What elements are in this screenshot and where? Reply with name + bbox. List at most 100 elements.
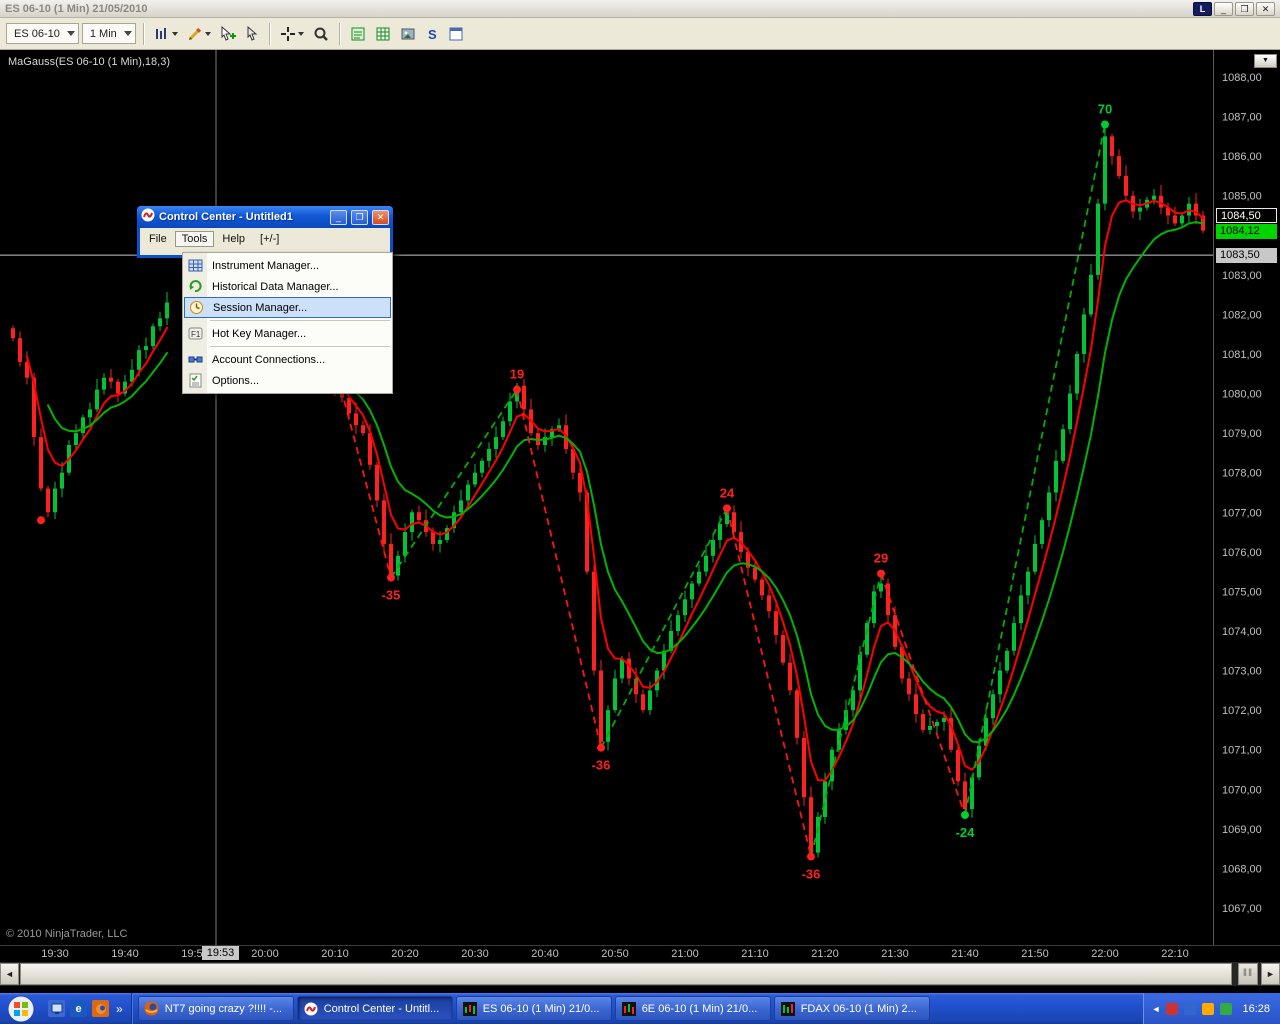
add-object-button[interactable] [217,22,239,46]
price-tick-label: 1069,00 [1222,824,1262,836]
chart-panel-button[interactable] [445,22,467,46]
pivot-label: 70 [1098,101,1112,116]
price-tick-label: 1073,00 [1222,666,1262,678]
cursor-button[interactable] [242,22,262,46]
price-tick-label: 1088,00 [1222,72,1262,84]
tray-icon-4[interactable] [1220,1002,1233,1015]
chevron-down-icon [204,31,211,36]
ninjatrader-icon [303,1001,319,1017]
task-control-center[interactable]: Control Center - Untitl... [296,996,453,1021]
task-es-chart[interactable]: ES 06-10 (1 Min) 21/0... [455,996,612,1021]
menu-separator [210,346,390,347]
menu-file[interactable]: File [142,231,174,247]
menu-item-historical-data-manager[interactable]: Historical Data Manager... [183,276,392,297]
toolbar-separator [142,22,144,45]
time-tick-label: 19:40 [111,948,139,960]
menu-item-hot-key-manager[interactable]: F1 Hot Key Manager... [183,323,392,344]
panel-icon [448,26,464,42]
scrollbar-thumb[interactable] [20,963,1232,985]
menu-item-options[interactable]: Options... [183,370,392,391]
price-tick-label: 1071,00 [1222,745,1262,757]
indicator-value-box: 1084,50 [1216,208,1277,223]
chart-toolbar: ES 06-10 1 Min S [0,18,1280,50]
chart-icon [462,1001,478,1017]
pivot-label: 29 [874,551,888,566]
tray-icon-2[interactable] [1184,1002,1197,1015]
cc-close-button[interactable]: ✕ [372,209,389,225]
pointer-plus-icon [220,25,236,42]
cc-maximize-button[interactable]: ❒ [351,209,368,225]
chart-icon [621,1001,637,1017]
browser-icon[interactable] [92,1000,109,1017]
scroll-left-button[interactable]: ◄ [0,963,19,985]
tray-icon-1[interactable] [1166,1002,1179,1015]
data-box-button[interactable] [347,22,369,46]
menu-item-instrument-manager[interactable]: Instrument Manager... [183,255,392,276]
menu-tools[interactable]: Tools [174,231,215,247]
pivot-label: 19 [510,367,524,382]
taskbar: e » NT7 going crazy ?!!!! -... Control C… [0,993,1280,1024]
tray-collapse-arrow[interactable]: ◄ [1152,1004,1161,1014]
start-button[interactable] [6,994,36,1024]
time-tick-label: 19:30 [41,948,69,960]
firefox-icon [144,1001,160,1017]
interval-value: 1 Min [89,27,117,40]
time-tick-label: 20:40 [531,948,559,960]
ma_slow-line [341,221,1204,744]
zoom-button[interactable] [310,22,332,46]
time-tick-label: 20:30 [461,948,489,960]
interval-selector[interactable]: 1 Min [81,23,136,44]
minimize-button[interactable]: _ [1214,1,1233,16]
chevron-down-icon [123,31,132,36]
time-tick-label: 20:00 [251,948,279,960]
control-center-title: Control Center - Untitled1 [159,211,293,223]
toolbar-separator [338,22,340,45]
close-button[interactable]: ✕ [1256,1,1275,16]
price-chart[interactable]: -35 19 -36 24 -36 29 -24 70 1088,00 1087,00 1086,0… [0,50,1280,962]
control-center-menubar: File Tools Help [+/-] [140,228,390,250]
menu-item-session-manager[interactable]: Session Manager... [184,297,391,318]
pivot-label: -35 [382,588,401,603]
scroll-right-button[interactable]: ► [1261,963,1280,985]
task-6e-chart[interactable]: 6E 06-10 (1 Min) 21/0... [614,996,771,1021]
cc-minimize-button[interactable]: _ [330,209,347,225]
last-price-box: 1084,12 [1216,224,1277,239]
window-controls: L _ ❒ ✕ [1193,1,1275,16]
chevron-down-icon [171,31,178,36]
task-firefox-window[interactable]: NT7 going crazy ?!!!! -... [137,996,294,1021]
log-button[interactable]: L [1193,1,1212,16]
chart-grid-button[interactable] [372,22,394,46]
task-fdax-chart[interactable]: FDAX 06-10 (1 Min) 2... [773,996,930,1021]
price-tick-label: 1077,00 [1222,507,1262,519]
menu-collapse[interactable]: [+/-] [253,231,286,247]
menu-item-account-connections[interactable]: Account Connections... [183,349,392,370]
scrollbar-grip[interactable]: ‖‖ [1238,963,1258,985]
instrument-manager-icon [183,258,207,273]
chart-area[interactable]: -35 19 -36 24 -36 29 -24 70 1088,00 1087,00 1086,0… [0,50,1280,962]
control-center-titlebar[interactable]: Control Center - Untitled1 _ ❒ ✕ [137,206,393,228]
quicklaunch-overflow-chevron[interactable]: » [114,1002,125,1016]
chart-style-button[interactable] [151,22,181,46]
restore-button[interactable]: ❒ [1235,1,1254,16]
snapshot-icon: S [425,26,439,42]
menu-help[interactable]: Help [215,231,252,247]
control-center-window[interactable]: Control Center - Untitled1 _ ❒ ✕ File To… [137,206,393,258]
price-axis[interactable]: 1088,00 1087,00 1086,00 1085,00 1083,00 1082,… [1222,72,1262,915]
internet-explorer-icon[interactable]: e [70,1000,87,1017]
chart-style-icon [154,26,170,42]
crosshair-button[interactable] [277,22,307,46]
price-axis-menu-button[interactable]: ▼ [1254,54,1277,68]
instrument-selector[interactable]: ES 06-10 [6,23,79,44]
task-buttons: NT7 going crazy ?!!!! -... Control Cente… [132,996,930,1021]
drawing-tools-button[interactable] [184,22,214,46]
snapshot-button[interactable]: S [422,22,442,46]
price-tick-label: 1074,00 [1222,626,1262,638]
time-tick-label: 21:20 [811,948,839,960]
price-tick-label: 1067,00 [1222,903,1262,915]
tray-icon-3[interactable] [1202,1002,1215,1015]
time-tick-label: 22:10 [1161,948,1189,960]
pivot-label: -36 [802,867,821,882]
show-desktop-icon[interactable] [48,1000,65,1017]
price-tick-label: 1085,00 [1222,191,1262,203]
save-image-button[interactable] [397,22,419,46]
